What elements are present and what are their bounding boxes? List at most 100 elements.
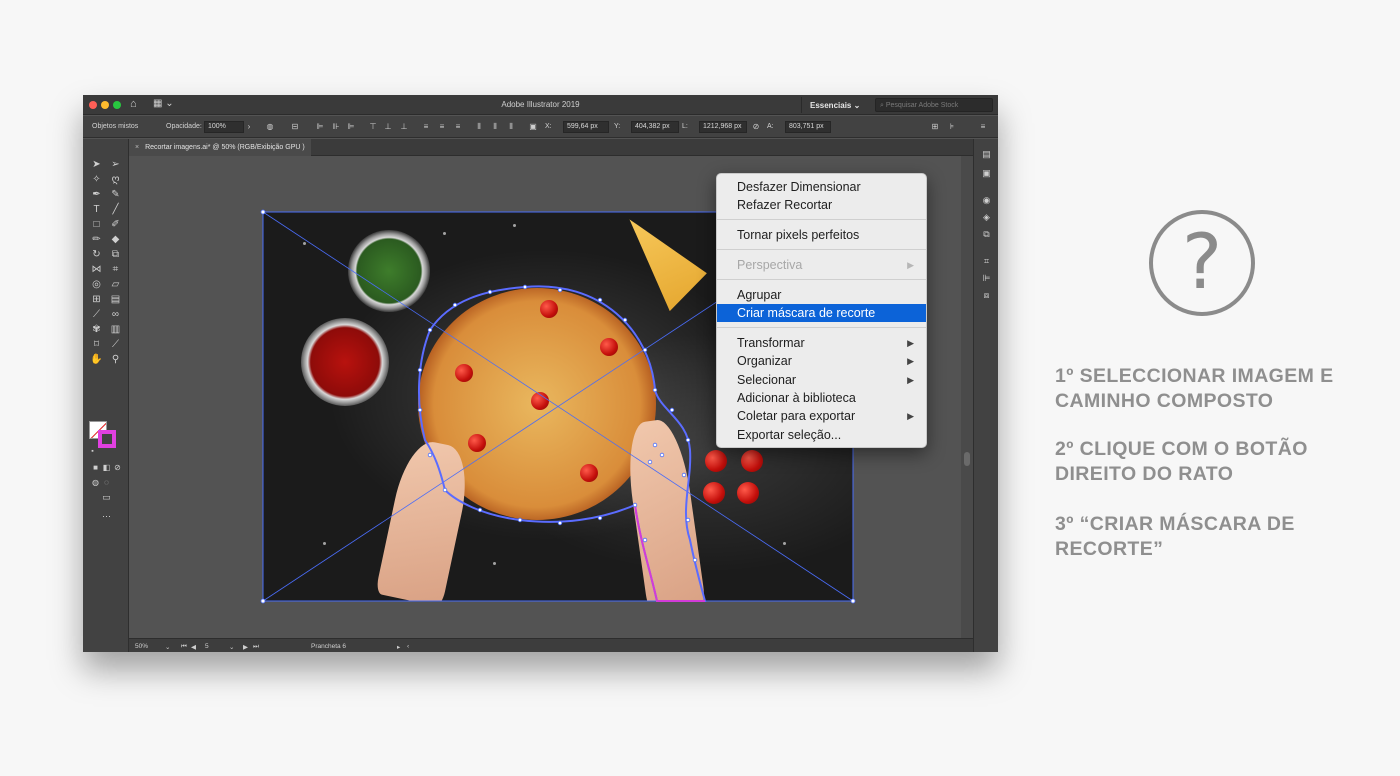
screen-mode-icon[interactable]: ▭ — [100, 491, 113, 504]
zoom-dropdown-icon[interactable]: ⌄ — [165, 643, 170, 651]
align-bottom-icon[interactable]: ⊥ — [399, 122, 409, 131]
artboards-panel-icon[interactable]: ⧉ — [981, 229, 992, 240]
align-top-icon[interactable]: ⊤ — [368, 122, 378, 131]
transform-options-icon[interactable]: ⊞ — [930, 122, 940, 131]
vertical-scrollbar[interactable] — [961, 156, 973, 638]
selection-tool-icon[interactable]: ➤ — [90, 158, 103, 171]
menu-item-collect-for-export[interactable]: Coletar para exportar ▶ — [717, 407, 926, 425]
menu-item-arrange[interactable]: Organizar ▶ — [717, 352, 926, 370]
workspace-dropdown[interactable]: Essenciais ⌄ — [801, 97, 869, 113]
symbol-sprayer-tool-icon[interactable]: ✾ — [90, 323, 103, 336]
document-tab[interactable]: × Recortar imagens.ai* @ 50% (RGB/Exibiçã… — [129, 139, 311, 156]
stroke-swatch[interactable] — [98, 430, 116, 448]
close-tab-icon[interactable]: × — [135, 144, 139, 151]
pathfinder-panel-icon[interactable]: ⧈ — [981, 290, 992, 301]
menu-item-transform[interactable]: Transformar ▶ — [717, 334, 926, 352]
zoom-tool-icon[interactable]: ⚲ — [109, 353, 122, 366]
free-transform-tool-icon[interactable]: ⌗ — [109, 263, 122, 276]
libraries-panel-icon[interactable]: ▣ — [981, 168, 992, 179]
align-left-icon[interactable]: ⊫ — [315, 122, 325, 131]
panel-menu-icon[interactable]: ≡ — [978, 122, 988, 131]
menu-item-group[interactable]: Agrupar — [717, 286, 926, 304]
blend-tool-icon[interactable]: ∞ — [109, 308, 122, 321]
lasso-tool-icon[interactable]: ღ — [109, 173, 122, 186]
pen-tool-icon[interactable]: ✒ — [90, 188, 103, 201]
mesh-tool-icon[interactable]: ⊞ — [90, 293, 103, 306]
first-artboard-icon[interactable]: ⏮ — [181, 643, 187, 651]
flour-speck — [323, 542, 326, 545]
shape-builder-tool-icon[interactable]: ◎ — [90, 278, 103, 291]
color-panel-icon[interactable]: ◉ — [981, 195, 992, 206]
more-tools-icon[interactable]: ⋯ — [100, 510, 113, 523]
artboard-tool-icon[interactable]: ⌑ — [90, 338, 103, 351]
slide: ⌂ ▦ ⌄ Adobe Illustrator 2019 Essenciais … — [0, 0, 1400, 776]
next-artboard-icon[interactable]: ▶ — [243, 643, 248, 651]
menu-item-pixel-perfect[interactable]: Tornar pixels perfeitos — [717, 226, 926, 244]
scale-tool-icon[interactable]: ⧉ — [109, 248, 122, 261]
layers-panel-icon[interactable]: ◈ — [981, 212, 992, 223]
eyedropper-tool-icon[interactable]: ⟋ — [90, 308, 103, 321]
artboard-dropdown-icon[interactable]: ⌄ — [229, 643, 234, 651]
type-tool-icon[interactable]: T — [90, 203, 103, 216]
transform-panel-icon[interactable]: ⌗ — [981, 256, 992, 267]
isolate-icon[interactable]: ⊧ — [947, 122, 957, 131]
align-right-icon[interactable]: ⊫ — [346, 122, 356, 131]
properties-panel-icon[interactable]: ▤ — [981, 149, 992, 160]
reference-point-icon[interactable]: ▣ — [528, 122, 538, 131]
column-graph-tool-icon[interactable]: ▥ — [109, 323, 122, 336]
constrain-proportions-icon[interactable]: ⊘ — [751, 122, 761, 131]
control-bar: Objetos mistos Opacidade: 100% › ◍ ⊟ ⊫ ⊪… — [83, 116, 998, 138]
menu-item-export-selection[interactable]: Exportar seleção... — [717, 426, 926, 444]
recolor-icon[interactable]: ◍ — [265, 122, 275, 131]
zoom-level[interactable]: 50% — [135, 643, 148, 650]
curvature-tool-icon[interactable]: ✎ — [109, 188, 122, 201]
menu-item-redo-crop[interactable]: Refazer Recortar — [717, 196, 926, 214]
perspective-grid-tool-icon[interactable]: ▱ — [109, 278, 122, 291]
align-middle-icon[interactable]: ⊥ — [383, 122, 393, 131]
distribute-center-icon[interactable]: ⫴ — [490, 122, 500, 131]
hand-tool-icon[interactable]: ✋ — [90, 353, 103, 366]
distribute-top-icon[interactable]: ≡ — [421, 122, 431, 131]
opacity-chevron-icon[interactable]: › — [244, 122, 254, 131]
opacity-field[interactable]: 100% — [204, 121, 244, 133]
eraser-tool-icon[interactable]: ◆ — [109, 233, 122, 246]
draw-behind-icon[interactable]: ◌ — [100, 476, 113, 489]
height-field[interactable]: 803,751 px — [785, 121, 831, 133]
artboard-number[interactable]: 5 — [205, 643, 209, 650]
paintbrush-tool-icon[interactable]: ✐ — [109, 218, 122, 231]
distribute-bottom-icon[interactable]: ≡ — [453, 122, 463, 131]
x-field[interactable]: 599,64 px — [563, 121, 609, 133]
width-tool-icon[interactable]: ⋈ — [90, 263, 103, 276]
default-colors-icon[interactable]: ▪ — [86, 445, 99, 458]
status-menu-icon[interactable]: ▸ — [397, 643, 400, 651]
scrollbar-thumb[interactable] — [964, 452, 970, 466]
cherry-tomato — [737, 482, 759, 504]
last-artboard-icon[interactable]: ⏭ — [253, 643, 259, 651]
scroll-left-icon[interactable]: ‹ — [407, 643, 409, 650]
direct-selection-tool-icon[interactable]: ➢ — [109, 158, 122, 171]
submenu-arrow-icon: ▶ — [907, 356, 914, 366]
distribute-left-icon[interactable]: ⫴ — [474, 122, 484, 131]
menu-item-make-clipping-mask[interactable]: Criar máscara de recorte — [717, 304, 926, 322]
none-mode-icon[interactable]: ⊘ — [111, 461, 124, 474]
menu-separator — [717, 219, 926, 220]
distribute-right-icon[interactable]: ⫴ — [506, 122, 516, 131]
pencil-tool-icon[interactable]: ✏ — [90, 233, 103, 246]
distribute-middle-icon[interactable]: ≡ — [437, 122, 447, 131]
align-panel-icon[interactable]: ⊫ — [981, 273, 992, 284]
slice-tool-icon[interactable]: ⟋ — [109, 338, 122, 351]
menu-item-undo-resize[interactable]: Desfazer Dimensionar — [717, 178, 926, 196]
gradient-tool-icon[interactable]: ▤ — [109, 293, 122, 306]
menu-item-select[interactable]: Selecionar ▶ — [717, 371, 926, 389]
align-to-icon[interactable]: ⊟ — [290, 122, 300, 131]
menu-item-add-to-library[interactable]: Adicionar à biblioteca — [717, 389, 926, 407]
width-field[interactable]: 1212,968 px — [699, 121, 747, 133]
line-tool-icon[interactable]: ╱ — [109, 203, 122, 216]
stock-search-input[interactable]: ⌕ Pesquisar Adobe Stock — [875, 98, 993, 112]
y-field[interactable]: 404,382 px — [631, 121, 679, 133]
magic-wand-tool-icon[interactable]: ✧ — [90, 173, 103, 186]
previous-artboard-icon[interactable]: ◀ — [191, 643, 196, 651]
rotate-tool-icon[interactable]: ↻ — [90, 248, 103, 261]
rectangle-tool-icon[interactable]: □ — [90, 218, 103, 231]
align-center-icon[interactable]: ⊪ — [331, 122, 341, 131]
